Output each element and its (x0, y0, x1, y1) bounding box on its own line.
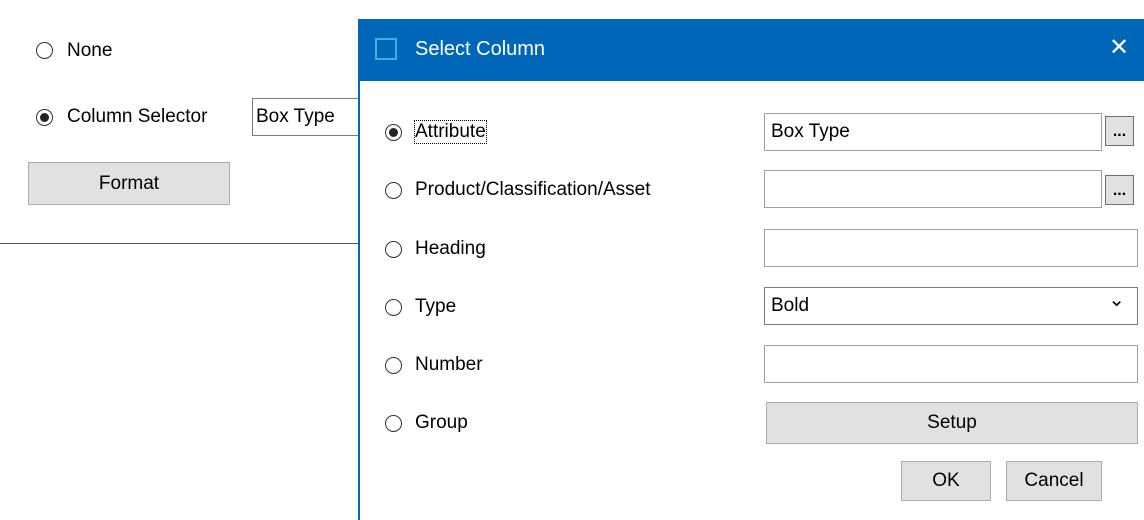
heading-label: Heading (415, 238, 486, 259)
type-select[interactable]: Bold ⌄ (764, 287, 1138, 325)
app-icon (375, 38, 397, 60)
dialog-titlebar: Select Column ✕ (358, 19, 1144, 81)
attribute-radio[interactable] (385, 124, 402, 141)
number-label: Number (415, 354, 483, 375)
product-label: Product/Classification/Asset (415, 179, 651, 200)
type-label: Type (415, 296, 457, 317)
column-selector-radio[interactable] (36, 109, 53, 126)
attribute-label: Attribute (414, 120, 487, 144)
select-column-dialog (358, 19, 1144, 520)
column-value-field[interactable]: Box Type (252, 98, 362, 136)
dialog-title: Select Column (415, 38, 546, 60)
type-radio[interactable] (385, 299, 402, 316)
type-select-value: Bold (771, 295, 810, 316)
heading-radio[interactable] (385, 241, 402, 258)
attribute-field[interactable]: Box Type (764, 113, 1102, 151)
column-selector-label: Column Selector (67, 106, 208, 127)
attribute-browse-button[interactable]: ... (1105, 116, 1134, 146)
format-button[interactable]: Format (28, 162, 230, 205)
product-field[interactable] (764, 170, 1102, 208)
cancel-button[interactable]: Cancel (1006, 461, 1102, 501)
number-radio[interactable] (385, 357, 402, 374)
product-browse-button[interactable]: ... (1105, 175, 1134, 205)
product-radio[interactable] (385, 182, 402, 199)
separator-line (0, 243, 358, 244)
close-icon[interactable]: ✕ (1109, 34, 1129, 62)
none-radio[interactable] (36, 42, 53, 59)
chevron-down-icon: ⌄ (1108, 289, 1125, 311)
heading-field[interactable] (764, 229, 1138, 267)
group-label: Group (415, 412, 468, 433)
ok-button[interactable]: OK (901, 461, 991, 501)
group-radio[interactable] (385, 415, 402, 432)
number-field[interactable] (764, 345, 1138, 383)
none-label: None (67, 40, 113, 61)
setup-button[interactable]: Setup (766, 402, 1138, 444)
